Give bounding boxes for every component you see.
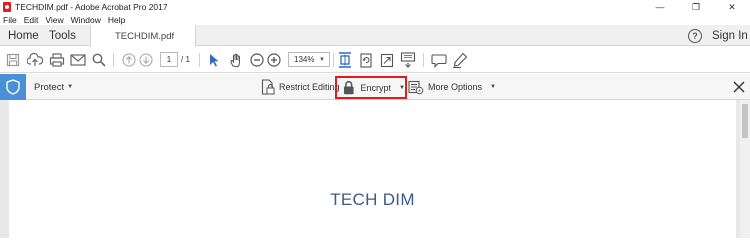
chevron-down-icon: ▼ <box>319 57 325 63</box>
toolbar-divider <box>423 53 424 67</box>
next-page-icon[interactable] <box>137 51 155 69</box>
more-options-label: More Options <box>428 82 483 92</box>
zoom-level-select[interactable]: 134% ▼ <box>288 52 330 67</box>
more-options-button[interactable]: More Options ▼ <box>408 74 496 100</box>
menu-bar: File Edit View Window Help <box>0 14 750 25</box>
menu-window[interactable]: Window <box>71 15 101 25</box>
toolbar-divider <box>113 53 114 67</box>
title-bar: TECHDIM.pdf - Adobe Acrobat Pro 2017 — ❐… <box>0 0 750 14</box>
protect-toolbar: Protect ▼ Restrict Editing Encrypt ▼ More… <box>0 74 750 100</box>
prev-page-icon[interactable] <box>120 51 138 69</box>
protect-label: Protect <box>34 81 65 93</box>
scroll-mode-icon[interactable] <box>399 51 417 69</box>
acrobat-icon <box>3 2 11 12</box>
menu-edit[interactable]: Edit <box>24 15 39 25</box>
encrypt-label: Encrypt <box>360 82 392 93</box>
protect-tool-icon-box <box>0 74 26 100</box>
document-heading: TECH DIM <box>330 190 415 209</box>
print-icon[interactable] <box>48 51 66 69</box>
tab-tools[interactable]: Tools <box>49 25 76 46</box>
chevron-down-icon: ▼ <box>67 84 74 90</box>
chevron-down-icon: ▼ <box>490 84 496 90</box>
tab-document[interactable]: TECHDIM.pdf <box>90 25 196 47</box>
tab-home[interactable]: Home <box>8 25 39 46</box>
hand-icon[interactable] <box>227 51 245 69</box>
close-window-button[interactable]: ✕ <box>714 0 750 14</box>
window-controls: — ❐ ✕ <box>642 0 750 14</box>
close-protect-icon[interactable] <box>731 79 747 95</box>
restrict-editing-label: Restrict Editing <box>279 82 340 92</box>
minimize-button[interactable]: — <box>642 0 678 14</box>
page-count: 1 <box>185 55 190 64</box>
lock-icon <box>343 81 354 95</box>
document-page: TECH DIM <box>9 100 736 238</box>
menu-help[interactable]: Help <box>108 15 125 25</box>
shield-icon <box>6 79 20 95</box>
email-icon[interactable] <box>69 51 87 69</box>
toolbar-divider <box>333 53 334 67</box>
restrict-editing-button[interactable]: Restrict Editing <box>261 74 340 100</box>
help-icon[interactable]: ? <box>688 29 702 43</box>
page-separator: / <box>181 55 184 64</box>
fit-page-icon[interactable] <box>336 51 354 69</box>
toolbar-divider <box>199 53 200 67</box>
protect-menu[interactable]: Protect ▼ <box>34 74 73 100</box>
menu-view[interactable]: View <box>45 15 63 25</box>
search-icon[interactable] <box>90 51 108 69</box>
comment-icon[interactable] <box>430 51 448 69</box>
toolbar: 1 / 1 134% ▼ <box>0 47 750 73</box>
page-total: / 1 <box>181 52 190 67</box>
maximize-button[interactable]: ❐ <box>678 0 714 14</box>
more-options-icon <box>408 80 424 94</box>
chevron-down-icon: ▼ <box>399 84 405 91</box>
scrollbar-thumb[interactable] <box>742 104 748 138</box>
upload-icon[interactable] <box>26 51 44 69</box>
restrict-editing-icon <box>261 79 275 95</box>
select-arrow-icon[interactable] <box>205 51 223 69</box>
rotate-icon[interactable] <box>357 51 375 69</box>
window-title: TECHDIM.pdf - Adobe Acrobat Pro 2017 <box>15 2 168 12</box>
zoom-in-icon[interactable] <box>265 51 283 69</box>
fullscreen-icon[interactable] <box>378 51 396 69</box>
save-icon[interactable] <box>4 51 22 69</box>
zoom-value: 134% <box>294 55 315 64</box>
sign-icon[interactable] <box>451 51 469 69</box>
menu-file[interactable]: File <box>3 15 17 25</box>
document-viewport: TECH DIM <box>0 100 750 238</box>
encrypt-button[interactable]: Encrypt ▼ <box>335 76 407 99</box>
zoom-out-icon[interactable] <box>248 51 266 69</box>
tab-bar: Home Tools TECHDIM.pdf ? Sign In <box>0 25 750 47</box>
page-number-input[interactable]: 1 <box>160 52 178 67</box>
sign-in-button[interactable]: Sign In <box>712 25 748 46</box>
